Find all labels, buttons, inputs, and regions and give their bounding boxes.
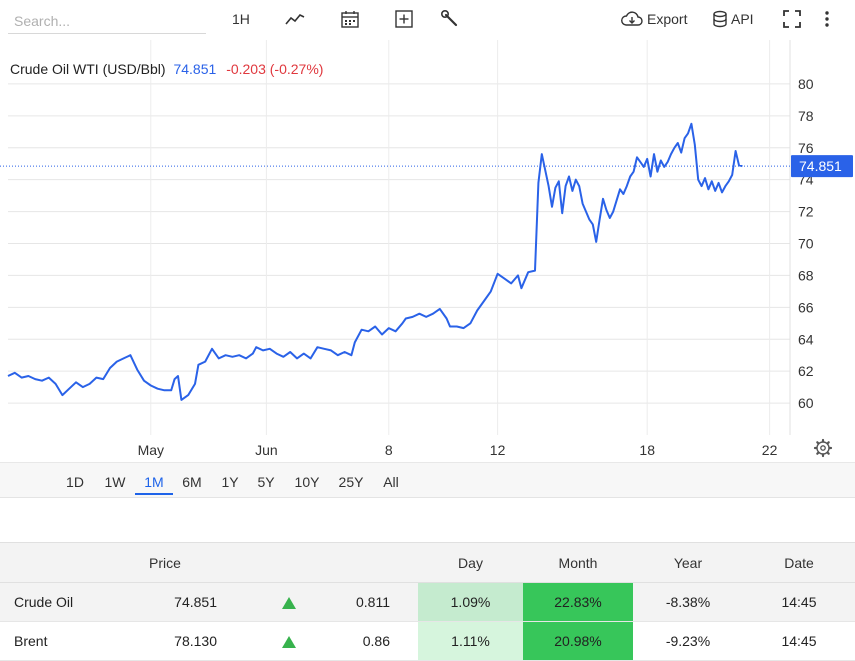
range-button[interactable]: 6M (176, 469, 208, 495)
header-price: Price (105, 542, 225, 583)
instrument-name: Crude Oil WTI (USD/Bbl) (10, 61, 166, 77)
header-date: Date (743, 542, 855, 583)
row-date: 14:45 (743, 582, 855, 622)
legend-change: -0.203 (-0.27%) (226, 61, 323, 77)
x-tick-label: 8 (385, 442, 393, 458)
row-price: 74.851 (105, 582, 225, 622)
range-button[interactable]: All (376, 469, 406, 495)
series-line-crude-oil (7, 122, 743, 401)
x-tick-label: 18 (639, 442, 655, 458)
api-label: API (731, 11, 754, 27)
x-tick-label: 12 (490, 442, 506, 458)
interval-label: 1H (232, 11, 250, 27)
cloud-download-icon (621, 11, 643, 26)
y-tick-label: 72 (798, 204, 814, 220)
api-button[interactable]: API (712, 6, 754, 32)
y-tick-label: 78 (798, 108, 814, 124)
y-axis: 6062646668707274767880 (798, 76, 814, 411)
table-row[interactable]: Crude Oil 74.851 0.811 1.09% 22.83% -8.3… (0, 582, 855, 622)
y-tick-label: 64 (798, 331, 814, 347)
row-change: 0.86 (335, 621, 418, 661)
row-date: 14:45 (743, 621, 855, 661)
row-month: 22.83% (523, 582, 633, 622)
row-price: 78.130 (105, 621, 225, 661)
range-button[interactable]: 1Y (215, 469, 245, 495)
chart-legend: Crude Oil WTI (USD/Bbl) 74.851 -0.203 (-… (10, 61, 323, 77)
grid (8, 40, 791, 435)
x-tick-label: Jun (255, 442, 278, 458)
range-button[interactable]: 10Y (288, 469, 326, 495)
range-selector: 1D 1W 1M 6M 1Y 5Y 10Y 25Y All (0, 462, 855, 498)
interval-button[interactable]: 1H (232, 6, 250, 32)
price-chart[interactable]: 6062646668707274767880 May Jun 8 12 18 22 74.… (0, 40, 855, 462)
table-header: Price Day Month Year Date (0, 542, 855, 583)
search-input[interactable] (8, 8, 206, 34)
header-name (0, 542, 105, 583)
row-day: 1.09% (418, 582, 523, 622)
export-button[interactable]: Export (620, 6, 687, 32)
chart-area: 60 62 64 66 68 70 72 74 76 78 80 May Jun 8 12 18 22 74.… (0, 40, 855, 462)
y-tick-label: 62 (798, 363, 814, 379)
settings-gear-icon[interactable] (813, 438, 833, 458)
more-vertical-icon[interactable] (823, 6, 831, 32)
plus-square-icon[interactable] (394, 6, 414, 32)
x-tick-label: 22 (762, 442, 778, 458)
quotes-table: Price Day Month Year Date Crude Oil 74.8… (0, 542, 855, 661)
row-day: 1.11% (418, 621, 523, 661)
export-label: Export (647, 11, 688, 27)
range-button[interactable]: 25Y (332, 469, 370, 495)
header-change (335, 542, 418, 583)
range-button[interactable]: 1D (60, 469, 90, 495)
range-button[interactable]: 5Y (250, 469, 282, 495)
y-tick-label: 80 (798, 76, 814, 92)
header-year: Year (633, 542, 743, 583)
table-row[interactable]: Brent 78.130 0.86 1.11% 20.98% -9.23% 14… (0, 621, 855, 661)
header-direction (225, 542, 335, 583)
wrench-icon[interactable] (440, 6, 460, 32)
line-chart-icon[interactable] (284, 6, 306, 32)
y-tick-label: 66 (798, 299, 814, 315)
row-change: 0.811 (335, 582, 418, 622)
fullscreen-icon[interactable] (782, 6, 802, 32)
calendar-icon[interactable] (340, 6, 360, 32)
range-button[interactable]: 1W (98, 469, 132, 495)
x-tick-label: May (138, 442, 164, 458)
toolbar: 1H Export API (0, 0, 855, 40)
row-year: -8.38% (633, 582, 743, 622)
header-month: Month (523, 542, 633, 583)
row-month: 20.98% (523, 621, 633, 661)
current-price-label: 74.851 (799, 158, 842, 174)
row-year: -9.23% (633, 621, 743, 661)
y-tick-label: 68 (798, 267, 814, 283)
current-price-tag: 74.851 (791, 155, 853, 178)
up-arrow-icon (225, 582, 335, 622)
range-button-active[interactable]: 1M (135, 469, 173, 495)
database-icon (713, 10, 727, 28)
y-tick-label: 70 (798, 236, 814, 252)
x-axis: May Jun 8 12 18 22 (138, 442, 778, 458)
up-arrow-icon (225, 621, 335, 661)
row-name-link[interactable]: Brent (0, 621, 105, 661)
y-tick-label: 76 (798, 140, 814, 156)
header-day: Day (418, 542, 523, 583)
legend-price: 74.851 (173, 61, 216, 77)
y-tick-label: 60 (798, 395, 814, 411)
row-name-link[interactable]: Crude Oil (0, 582, 105, 622)
